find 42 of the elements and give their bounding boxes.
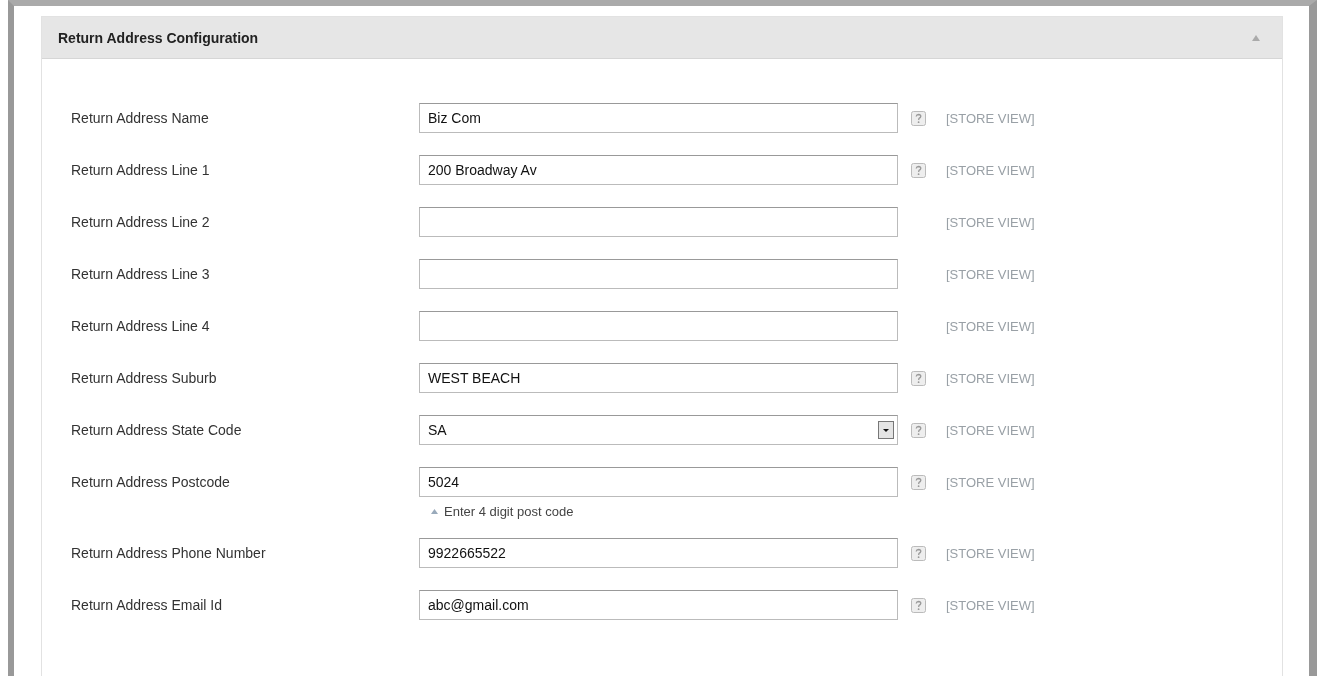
field-label: Return Address Name — [71, 109, 210, 128]
field-label: Return Address Suburb — [71, 369, 218, 388]
triangle-icon — [431, 509, 438, 514]
field-label: Return Address Email Id — [71, 596, 223, 615]
help-icon[interactable] — [911, 370, 926, 386]
field-note: Enter 4 digit post code — [444, 504, 574, 519]
scope-label: [STORE VIEW] — [946, 422, 1035, 438]
field-label: Return Address Postcode — [71, 473, 231, 492]
help-icon[interactable] — [911, 110, 926, 126]
help-icon[interactable] — [911, 597, 926, 613]
scope-label: [STORE VIEW] — [946, 474, 1035, 490]
scope-label: [STORE VIEW] — [946, 597, 1035, 613]
scope-label: [STORE VIEW] — [946, 214, 1035, 230]
scope-label: [STORE VIEW] — [946, 318, 1035, 334]
input-field[interactable]: 9922665522 — [419, 538, 898, 568]
collapse-arrow-icon[interactable] — [1252, 34, 1260, 41]
scope-label: [STORE VIEW] — [946, 110, 1035, 126]
help-icon[interactable] — [911, 422, 926, 438]
field-label: Return Address Phone Number — [71, 544, 267, 563]
help-icon[interactable] — [911, 162, 926, 178]
scope-label: [STORE VIEW] — [946, 370, 1035, 386]
scope-label: [STORE VIEW] — [946, 162, 1035, 178]
scope-label: [STORE VIEW] — [946, 545, 1035, 561]
scope-label: [STORE VIEW] — [946, 266, 1035, 282]
help-icon[interactable] — [911, 545, 926, 561]
field-label: Return Address Line 1 — [71, 161, 211, 180]
input-field[interactable] — [419, 311, 898, 341]
input-field[interactable] — [419, 207, 898, 237]
input-field[interactable] — [419, 259, 898, 289]
input-field[interactable]: WEST BEACH — [419, 363, 898, 393]
section-header[interactable]: Return Address Configuration — [42, 17, 1282, 59]
field-label: Return Address State Code — [71, 421, 243, 440]
field-label: Return Address Line 3 — [71, 265, 211, 284]
dropdown-field[interactable]: SA — [419, 415, 898, 445]
section-title: Return Address Configuration — [58, 29, 259, 46]
input-field[interactable]: 5024 — [419, 467, 898, 497]
help-icon[interactable] — [911, 474, 926, 490]
field-label: Return Address Line 4 — [71, 317, 211, 336]
field-label: Return Address Line 2 — [71, 213, 211, 232]
input-field[interactable]: abc@gmail.com — [419, 590, 898, 620]
input-field[interactable]: Biz Com — [419, 103, 898, 133]
input-field[interactable]: 200 Broadway Av — [419, 155, 898, 185]
